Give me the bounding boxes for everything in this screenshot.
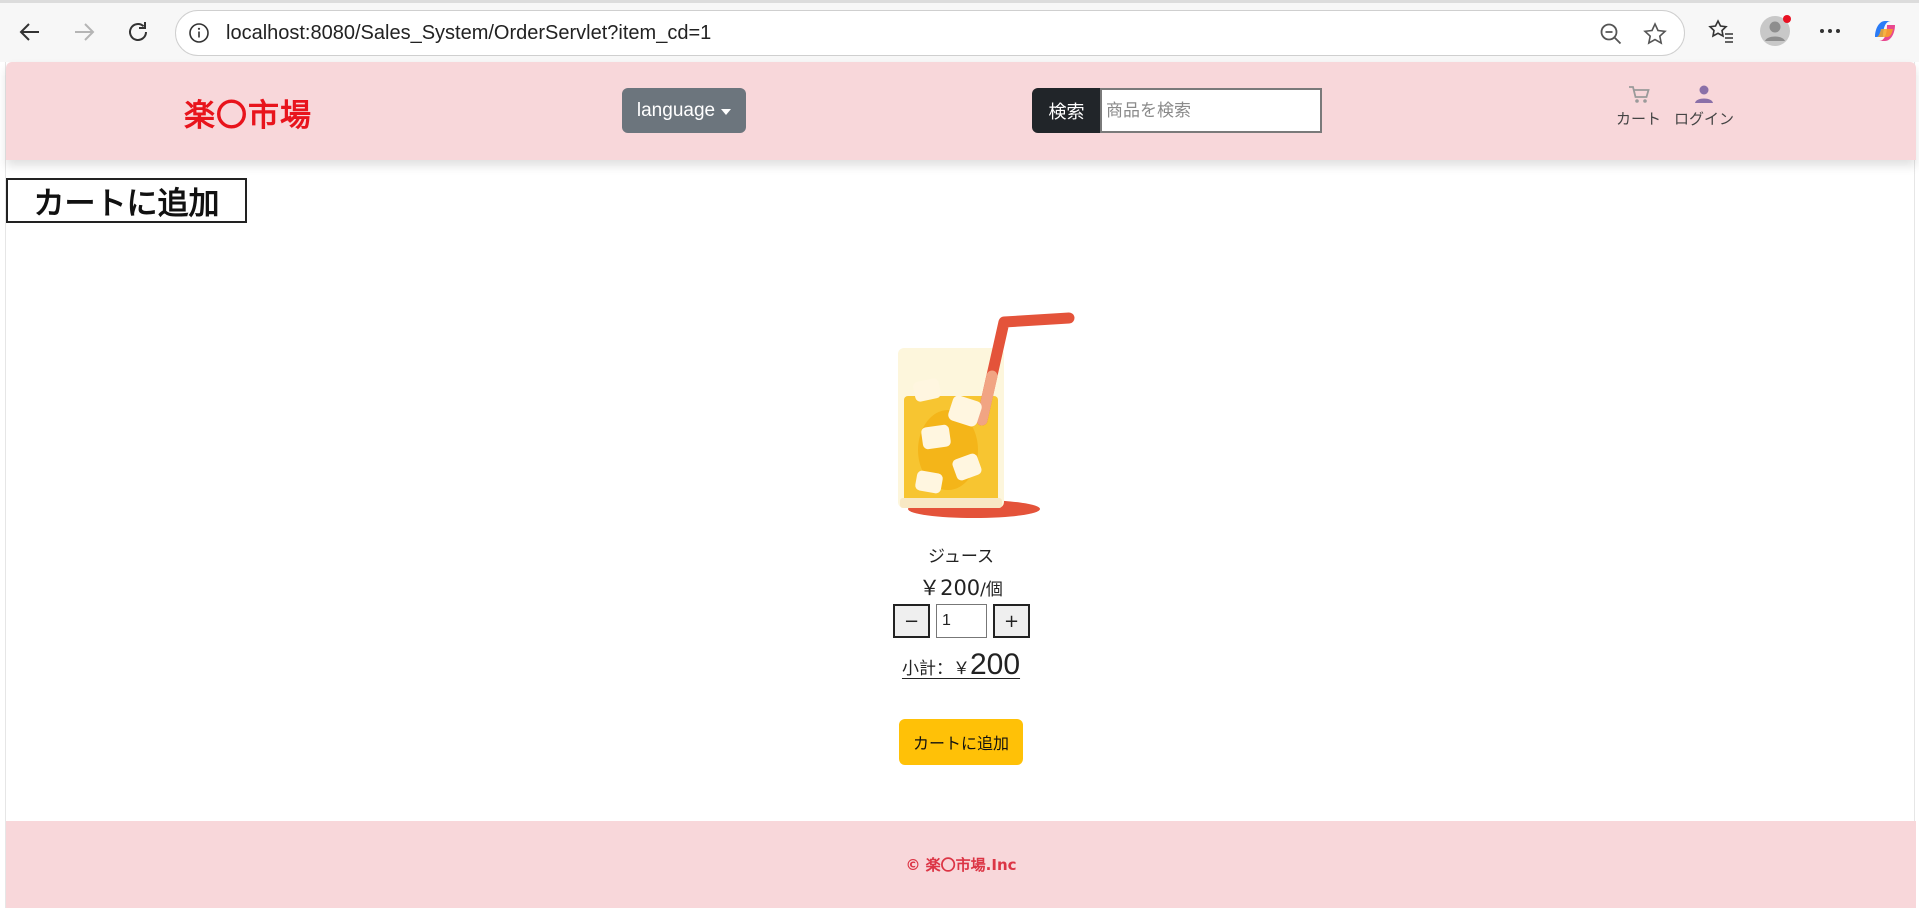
site-footer: © 楽〇市場.Inc — [6, 821, 1916, 908]
profile-button[interactable] — [1758, 14, 1792, 48]
info-icon[interactable] — [188, 22, 210, 44]
site-header: 楽〇市場 language 検索 カート ログイン — [6, 62, 1916, 160]
product-price: ￥200/個 — [6, 572, 1916, 602]
product-name: ジュース — [928, 547, 994, 567]
cart-label: カート — [1616, 110, 1662, 128]
favorites-list-icon — [1708, 19, 1733, 43]
copyright-text: © 楽〇市場.Inc — [905, 856, 1017, 874]
more-dots-icon — [1820, 29, 1840, 33]
reload-button[interactable] — [120, 14, 156, 50]
forward-button[interactable] — [66, 14, 102, 50]
url-text[interactable]: localhost:8080/Sales_System/OrderServlet… — [226, 22, 711, 45]
user-icon — [1695, 85, 1713, 103]
language-label: language — [636, 99, 716, 121]
subtotal: 小計：￥200 — [6, 648, 1916, 682]
back-arrow-icon — [19, 23, 39, 41]
address-bar[interactable]: localhost:8080/Sales_System/OrderServlet… — [175, 10, 1685, 56]
browser-toolbar: localhost:8080/Sales_System/OrderServlet… — [0, 0, 1919, 62]
login-label: ログイン — [1674, 110, 1735, 128]
add-to-cart-button[interactable]: カートに追加 — [899, 719, 1023, 765]
tab-strip-edge — [0, 0, 1919, 3]
more-menu-button[interactable] — [1813, 14, 1847, 48]
web-page: 楽〇市場 language 検索 カート ログイン カートに追加 — [5, 62, 1916, 908]
reload-icon — [129, 22, 147, 41]
profile-avatar-icon — [1760, 15, 1791, 46]
page-title: カートに追加 — [6, 178, 247, 223]
language-dropdown-button[interactable]: language — [622, 88, 746, 133]
caret-down-icon — [721, 108, 732, 115]
juice-product-image — [898, 312, 1075, 518]
login-link[interactable]: ログイン — [1674, 84, 1734, 129]
copilot-icon — [1875, 21, 1895, 41]
cart-icon — [1628, 86, 1650, 103]
forward-arrow-icon — [75, 23, 95, 41]
quantity-stepper: − + — [893, 604, 1030, 638]
search-input[interactable] — [1100, 88, 1322, 133]
search-button[interactable]: 検索 — [1032, 88, 1101, 133]
copilot-button[interactable] — [1868, 14, 1902, 48]
price-unit: /個 — [980, 580, 1003, 600]
increase-quantity-button[interactable]: + — [993, 604, 1030, 638]
site-logo[interactable]: 楽〇市場 — [184, 90, 312, 135]
price-amount: ￥200 — [919, 576, 981, 600]
favorites-button[interactable] — [1705, 14, 1739, 48]
zoom-out-icon[interactable] — [1598, 21, 1624, 47]
back-button[interactable] — [12, 14, 48, 50]
quantity-input[interactable] — [936, 604, 987, 638]
subtotal-value: 200 — [969, 648, 1021, 681]
decrease-quantity-button[interactable]: − — [893, 604, 930, 638]
subtotal-label: 小計：￥ — [901, 659, 970, 679]
favorite-star-icon[interactable] — [1642, 21, 1668, 47]
cart-link[interactable]: カート — [1616, 84, 1661, 129]
